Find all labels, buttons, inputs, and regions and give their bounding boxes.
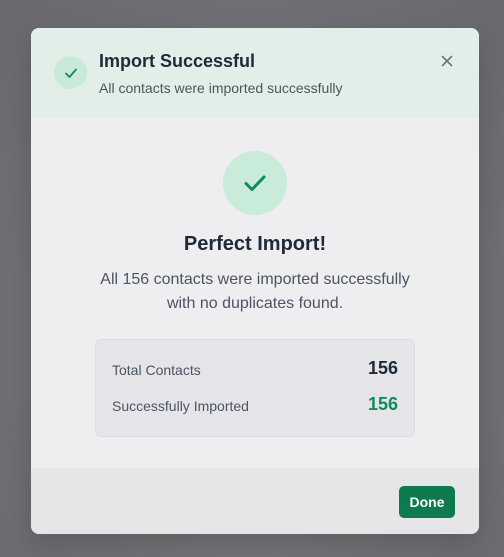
dialog-footer: Done: [31, 468, 479, 534]
import-result-dialog: Import Successful All contacts were impo…: [31, 28, 479, 534]
stat-row-total: Total Contacts 156: [112, 358, 398, 382]
stat-label: Total Contacts: [112, 362, 201, 378]
stat-row-imported: Successfully Imported 156: [112, 394, 398, 418]
close-icon: [441, 55, 453, 67]
dialog-header: Import Successful All contacts were impo…: [31, 28, 479, 118]
stat-value: 156: [367, 358, 398, 378]
result-message: All 156 contacts were imported successfu…: [100, 271, 410, 312]
dialog-subtitle: All contacts were imported successfully: [99, 80, 343, 96]
check-circle-icon: [223, 151, 287, 215]
import-stats: Total Contacts 156 Successfully Imported…: [95, 339, 415, 437]
close-button[interactable]: [436, 50, 458, 72]
dialog-title: Import Successful: [99, 51, 256, 71]
stat-label: Successfully Imported: [112, 398, 249, 414]
result-title: Perfect Import!: [183, 233, 327, 255]
check-icon: [54, 56, 87, 89]
stat-value: 156: [367, 394, 398, 414]
done-button[interactable]: Done: [399, 486, 455, 518]
